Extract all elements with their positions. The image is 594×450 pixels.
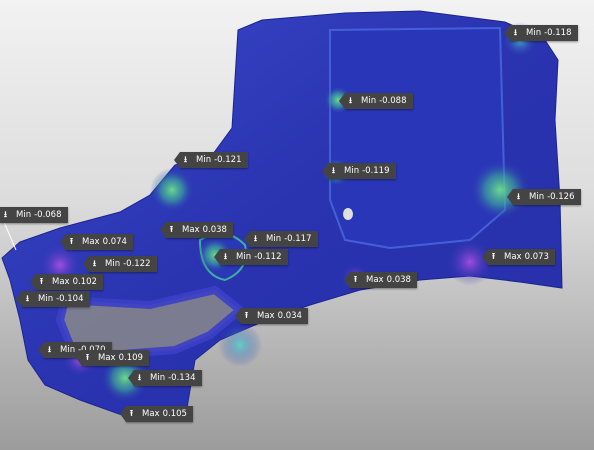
min-arrow-icon: ⭳: [514, 28, 517, 38]
callout-max-073[interactable]: ⭱ Max 0.073: [482, 249, 555, 265]
deviation-viewport[interactable]: ⭳ Min -0.118 ⭳ Min -0.088 ⭳ Min -0.121 ⭳ Min -0.…: [0, 0, 594, 450]
min-arrow-icon: ⭳: [184, 155, 187, 165]
callout-min-104[interactable]: ⭳ Min -0.104: [16, 291, 90, 307]
surface-hole: [343, 208, 353, 220]
callout-min-112[interactable]: ⭳ Min -0.112: [214, 249, 288, 265]
callout-min-068[interactable]: ⭳ Min -0.068: [0, 207, 68, 223]
min-arrow-icon: ⭳: [332, 166, 335, 176]
deviation-hotspot: [218, 323, 262, 367]
callout-min-134[interactable]: ⭳ Min -0.134: [128, 370, 202, 386]
max-arrow-icon: ⭱: [245, 311, 248, 321]
max-arrow-icon: ⭱: [40, 277, 43, 287]
callout-max-038[interactable]: ⭱ Max 0.038: [344, 272, 417, 288]
pocket-recess: [329, 26, 507, 250]
callout-min-119[interactable]: ⭳ Min -0.119: [322, 163, 396, 179]
callout-max-074[interactable]: ⭱ Max 0.074: [60, 234, 133, 250]
min-arrow-icon: ⭳: [93, 259, 96, 269]
deviation-hotspot: [150, 168, 194, 212]
min-arrow-icon: ⭳: [48, 345, 51, 355]
callout-min-117[interactable]: ⭳ Min -0.117: [244, 231, 318, 247]
min-arrow-icon: ⭳: [26, 294, 29, 304]
min-arrow-icon: ⭳: [224, 252, 227, 262]
min-arrow-icon: ⭳: [138, 373, 141, 383]
max-arrow-icon: ⭱: [170, 225, 173, 235]
deviation-color-map: [1, 10, 563, 421]
callout-min-121[interactable]: ⭳ Min -0.121: [174, 152, 248, 168]
callout-max-102[interactable]: ⭱ Max 0.102: [30, 274, 103, 290]
max-arrow-icon: ⭱: [354, 275, 357, 285]
min-arrow-icon: ⭳: [254, 234, 257, 244]
callout-max-034[interactable]: ⭱ Max 0.034: [235, 308, 308, 324]
callout-min-118[interactable]: ⭳ Min -0.118: [504, 25, 578, 41]
max-arrow-icon: ⭱: [492, 252, 495, 262]
callout-min-088[interactable]: ⭳ Min -0.088: [339, 93, 413, 109]
callout-max-109[interactable]: ⭱ Max 0.109: [76, 350, 149, 366]
min-arrow-icon: ⭳: [4, 210, 7, 220]
min-arrow-icon: ⭳: [517, 192, 520, 202]
leader-line: [3, 221, 17, 251]
min-arrow-icon: ⭳: [349, 96, 352, 106]
max-arrow-icon: ⭱: [70, 237, 73, 247]
callout-max-105[interactable]: ⭱ Max 0.105: [120, 406, 193, 422]
max-arrow-icon: ⭱: [86, 353, 89, 363]
max-arrow-icon: ⭱: [130, 409, 133, 419]
callout-min-122[interactable]: ⭳ Min -0.122: [83, 256, 157, 272]
callout-max-038[interactable]: ⭱ Max 0.038: [160, 222, 233, 238]
callout-min-126[interactable]: ⭳ Min -0.126: [507, 189, 581, 205]
